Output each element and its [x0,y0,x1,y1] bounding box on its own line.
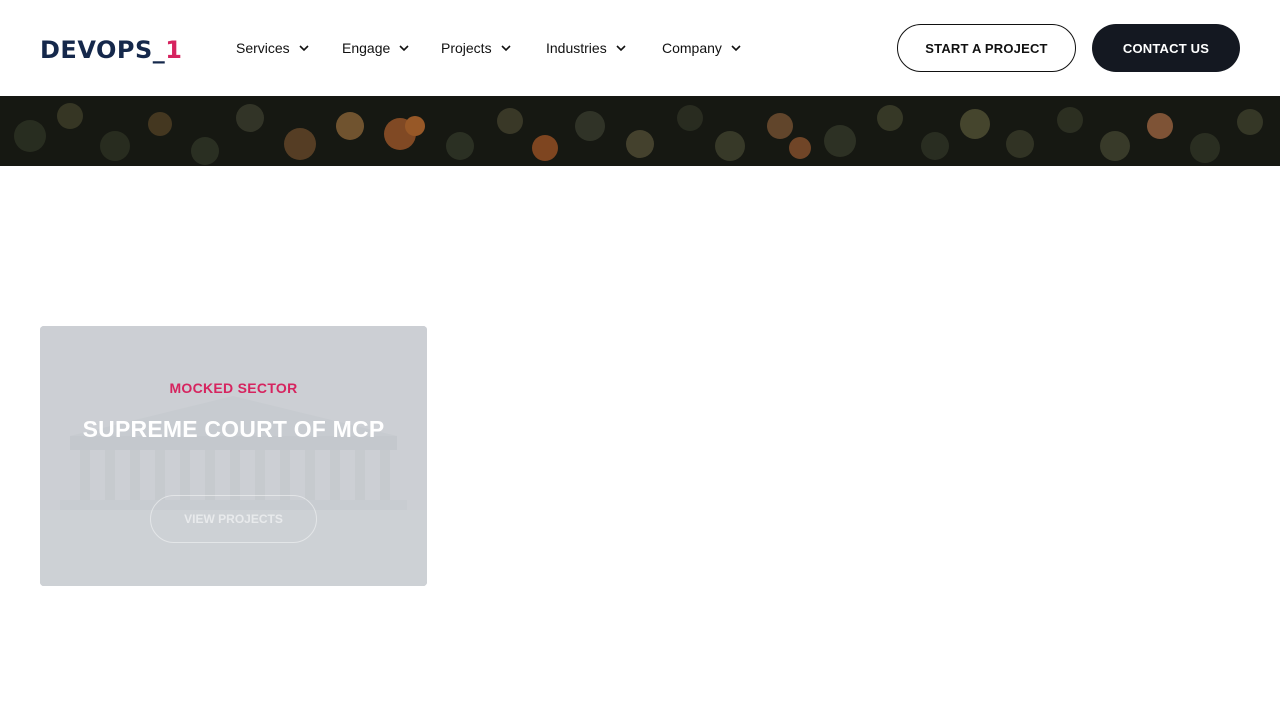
chevron-down-icon [500,42,512,54]
brand-logo-accent: 1 [165,36,183,64]
chevron-down-icon [298,42,310,54]
nav-item-industries[interactable]: Industries [546,40,662,56]
brand-logo-main: DEVOPS_ [40,36,166,64]
chevron-down-icon [398,42,410,54]
project-title: SUPREME COURT OF MCP [82,416,385,442]
chevron-down-icon [615,42,627,54]
project-sector-label: MOCKED SECTOR [169,380,298,396]
nav-item-label: Company [662,40,722,56]
brand-logo[interactable]: DEVOPS_ 1 [40,36,183,64]
start-project-button[interactable]: START A PROJECT [897,24,1076,72]
nav-item-projects[interactable]: Projects [441,40,546,56]
nav-item-company[interactable]: Company [662,40,742,56]
nav-item-label: Projects [441,40,492,56]
nav-item-services[interactable]: Services [236,40,342,56]
card-overlay [40,326,427,586]
main-nav: Services Engage Projects Industries Comp… [236,36,742,60]
hero-banner-image [0,96,1280,166]
nav-item-engage[interactable]: Engage [342,40,441,56]
contact-us-button[interactable]: CONTACT US [1092,24,1240,72]
site-header: DEVOPS_ 1 Services Engage Projects Indust… [0,0,1280,96]
chevron-down-icon [730,42,742,54]
nav-item-label: Industries [546,40,607,56]
project-card[interactable]: MOCKED SECTOR SUPREME COURT OF MCP VIEW … [40,326,427,586]
view-projects-button[interactable]: VIEW PROJECTS [150,495,317,543]
nav-item-label: Engage [342,40,391,56]
nav-item-label: Services [236,40,290,56]
